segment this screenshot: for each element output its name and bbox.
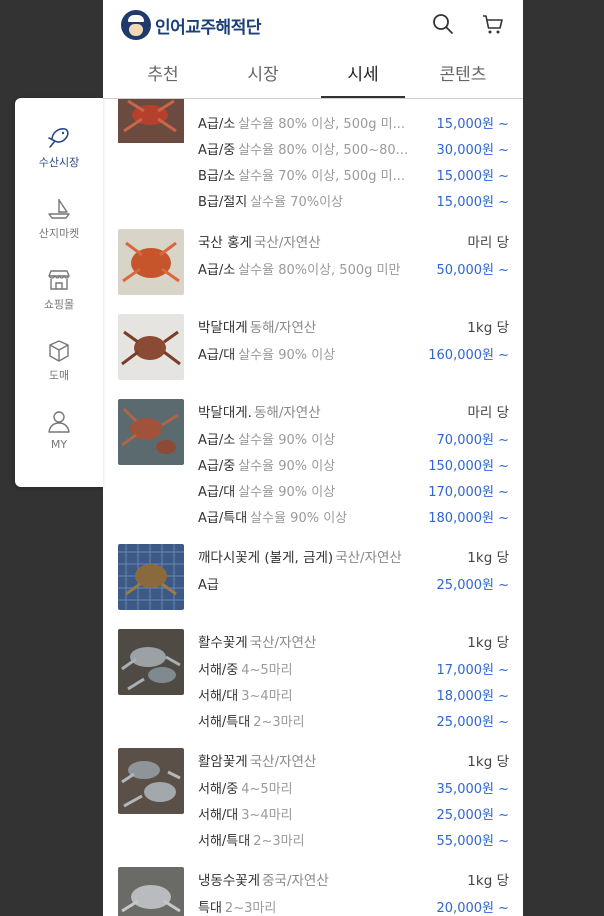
main-tabs: 추천 시장 시세 콘텐츠 bbox=[103, 57, 523, 99]
list-item[interactable]: 활암꽃게 국산/자연산 1kg 당 서해/중 4~5마리 35,000원 ~ 서해/대 3… bbox=[103, 748, 523, 849]
product-photo bbox=[118, 229, 184, 295]
side-item-shopping-mall[interactable]: 쇼핑몰 bbox=[15, 268, 103, 312]
price-row: 서해/대 3~4마리 18,000원 ~ bbox=[198, 689, 509, 704]
side-item-label: 수산시장 bbox=[38, 156, 80, 169]
product-photo bbox=[118, 399, 184, 465]
tab-contents[interactable]: 콘텐츠 bbox=[421, 57, 505, 97]
price-list: A급/소 살수율 80% 이상, 500g 미... 15,000원 ~ A급/중 살… bbox=[103, 99, 523, 916]
price-row: 서해/특대 2~3마리 25,000원 ~ bbox=[198, 715, 509, 730]
price-row: 서해/대 3~4마리 25,000원 ~ bbox=[198, 808, 509, 823]
product-photo bbox=[118, 544, 184, 610]
list-item[interactable]: 박달대게. 동해/자연산 마리 당 A급/소 살수율 90% 이상 70,000원 ~ … bbox=[103, 399, 523, 526]
list-item[interactable]: 깨다시꽃게 (불게, 금게) 국산/자연산 1kg 당 A급 25,000원 ~ bbox=[103, 544, 523, 610]
price-row: A급/중 살수율 80% 이상, 500~80... 30,000원 ~ bbox=[198, 143, 509, 158]
pirate-logo-icon bbox=[121, 10, 151, 40]
price-row: A급 25,000원 ~ bbox=[198, 578, 509, 593]
price-row: B급/소 살수율 70% 이상, 500g 미... 15,000원 ~ bbox=[198, 169, 509, 184]
price-row: 특대 2~3마리 20,000원 ~ bbox=[198, 901, 509, 916]
product-title: 박달대게. 동해/자연산 마리 당 bbox=[198, 405, 509, 421]
cart-icon[interactable] bbox=[481, 12, 505, 36]
box-icon bbox=[49, 340, 69, 362]
product-photo bbox=[118, 99, 184, 157]
price-row: A급/특대 살수율 90% 이상 180,000원 ~ bbox=[198, 511, 509, 526]
side-item-wholesale[interactable]: 도매 bbox=[15, 339, 103, 383]
fish-icon bbox=[48, 128, 69, 148]
price-row: 서해/중 4~5마리 35,000원 ~ bbox=[198, 782, 509, 797]
price-row: A급/대 살수율 90% 이상 160,000원 ~ bbox=[198, 348, 509, 363]
price-row: 서해/특대 2~3마리 55,000원 ~ bbox=[198, 834, 509, 849]
product-title: 활수꽃게 국산/자연산 1kg 당 bbox=[198, 635, 509, 651]
list-item[interactable]: 국산 홍게 국산/자연산 마리 당 A급/소 살수율 80%이상, 500g 미만 50… bbox=[103, 229, 523, 295]
product-photo bbox=[118, 867, 184, 916]
list-item[interactable]: 박달대게 동해/자연산 1kg 당 A급/대 살수율 90% 이상 160,000원 ~ bbox=[103, 314, 523, 380]
tab-recommend[interactable]: 추천 bbox=[121, 57, 205, 97]
product-title: 국산 홍게 국산/자연산 마리 당 bbox=[198, 235, 509, 251]
price-row: A급/중 살수율 90% 이상 150,000원 ~ bbox=[198, 459, 509, 474]
product-title: 냉동수꽃게 중국/자연산 1kg 당 bbox=[198, 873, 509, 889]
product-photo bbox=[118, 748, 184, 814]
store-icon bbox=[48, 270, 70, 290]
product-title: 깨다시꽃게 (불게, 금게) 국산/자연산 1kg 당 bbox=[198, 550, 509, 566]
list-item[interactable]: 활수꽃게 국산/자연산 1kg 당 서해/중 4~5마리 17,000원 ~ 서해/대 3… bbox=[103, 629, 523, 730]
price-row: A급/대 살수율 90% 이상 170,000원 ~ bbox=[198, 485, 509, 500]
product-title: 활암꽃게 국산/자연산 1kg 당 bbox=[198, 754, 509, 770]
tab-price[interactable]: 시세 bbox=[321, 57, 405, 98]
price-row: 서해/중 4~5마리 17,000원 ~ bbox=[198, 663, 509, 678]
top-bar: 인어교주해적단 bbox=[103, 0, 523, 50]
side-nav: 수산시장 산지마켓 쇼핑몰 도매 MY bbox=[15, 98, 103, 487]
price-row: A급/소 살수율 80% 이상, 500g 미... 15,000원 ~ bbox=[198, 117, 509, 132]
app-frame: 인어교주해적단 추천 시장 시세 콘텐츠 A급/소 살수율 80% 이상, 500… bbox=[103, 0, 523, 916]
list-item[interactable]: 냉동수꽃게 중국/자연산 1kg 당 특대 2~3마리 20,000원 ~ bbox=[103, 867, 523, 916]
side-item-label: 산지마켓 bbox=[38, 227, 80, 240]
person-icon bbox=[48, 411, 70, 433]
side-item-label: 도매 bbox=[48, 369, 70, 382]
side-item-fish-market[interactable]: 수산시장 bbox=[15, 126, 103, 170]
tab-market[interactable]: 시장 bbox=[221, 57, 305, 97]
side-item-my[interactable]: MY bbox=[15, 410, 103, 451]
list-item[interactable]: A급/소 살수율 80% 이상, 500g 미... 15,000원 ~ A급/중 살… bbox=[103, 99, 523, 210]
price-row: A급/소 살수율 80%이상, 500g 미만 50,000원 ~ bbox=[198, 263, 509, 278]
price-row: A급/소 살수율 90% 이상 70,000원 ~ bbox=[198, 433, 509, 448]
product-photo bbox=[118, 314, 184, 380]
search-icon[interactable] bbox=[431, 12, 455, 36]
brand-logo[interactable]: 인어교주해적단 bbox=[121, 10, 261, 40]
brand-name: 인어교주해적단 bbox=[155, 17, 261, 38]
side-item-label: MY bbox=[50, 438, 68, 451]
product-title: 박달대게 동해/자연산 1kg 당 bbox=[198, 320, 509, 336]
boat-icon bbox=[48, 199, 70, 219]
product-photo bbox=[118, 629, 184, 695]
side-item-label: 쇼핑몰 bbox=[43, 298, 75, 311]
price-row: B급/절지 살수율 70%이상 15,000원 ~ bbox=[198, 195, 509, 210]
side-item-origin-market[interactable]: 산지마켓 bbox=[15, 197, 103, 241]
